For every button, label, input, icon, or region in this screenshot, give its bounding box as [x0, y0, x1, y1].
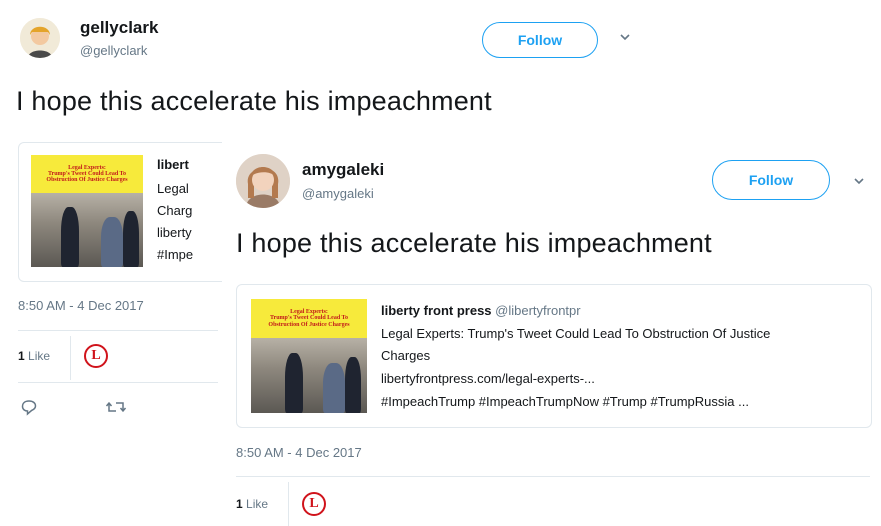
divider [18, 382, 218, 383]
tweet-amygaleki: amygaleki @amygaleki Follow I hope this … [222, 140, 881, 526]
card-headline: Legal Experts: Trump's Tweet Could Lead … [381, 326, 771, 341]
tweet-text: I hope this accelerate his impeachment [16, 86, 492, 116]
avatar[interactable] [20, 18, 60, 58]
follow-button[interactable]: Follow [712, 160, 830, 200]
card-url: libertyfrontpress.com/legal-experts-... [381, 371, 595, 386]
card-hashtags: #ImpeachTrump #ImpeachTrumpNow #Trump #T… [381, 394, 749, 409]
tweet-timestamp[interactable]: 8:50 AM - 4 Dec 2017 [236, 445, 362, 460]
reply-icon[interactable] [20, 398, 38, 421]
tweet-timestamp[interactable]: 8:50 AM - 4 Dec 2017 [18, 298, 144, 313]
chevron-down-icon[interactable] [618, 30, 632, 47]
divider [288, 482, 289, 526]
card-thumbnail: Legal Experts: Trump's Tweet Could Lead … [31, 155, 143, 267]
card-line: Charg [157, 203, 193, 218]
card-source-handle: @libertyfrontpr [495, 303, 581, 318]
link-card[interactable]: Legal Experts: Trump's Tweet Could Lead … [236, 284, 872, 428]
chevron-down-icon[interactable] [852, 174, 866, 191]
display-name[interactable]: gellyclark [80, 18, 158, 38]
card-line: Legal [157, 181, 189, 196]
likes-count[interactable]: 1 Like [236, 497, 268, 511]
card-title: libert [157, 157, 189, 172]
thumb-banner-line: Obstruction Of Justice Charges [46, 177, 128, 184]
card-title: liberty front press @libertyfrontpr [381, 303, 581, 318]
liker-avatar[interactable]: L [84, 344, 108, 368]
likes-count[interactable]: 1 Like [18, 349, 50, 363]
divider [236, 476, 870, 477]
divider [18, 330, 218, 331]
follow-button[interactable]: Follow [482, 22, 598, 58]
card-line: liberty [157, 225, 192, 240]
avatar[interactable] [236, 154, 290, 208]
card-line: #Impe [157, 247, 194, 262]
link-card[interactable]: Legal Experts: Trump's Tweet Could Lead … [18, 142, 230, 282]
divider [70, 336, 71, 380]
liker-avatar[interactable]: L [302, 492, 326, 516]
display-name[interactable]: amygaleki [302, 160, 384, 180]
user-handle[interactable]: @amygaleki [302, 186, 374, 201]
card-headline: Charges [381, 348, 431, 363]
card-thumbnail: Legal Experts: Trump's Tweet Could Lead … [251, 299, 367, 413]
tweet-text: I hope this accelerate his impeachment [236, 228, 712, 258]
card-source-name: liberty front press [381, 303, 492, 318]
thumb-banner-line: Obstruction Of Justice Charges [268, 321, 350, 328]
user-handle[interactable]: @gellyclark [80, 43, 147, 58]
retweet-icon[interactable] [105, 398, 127, 421]
